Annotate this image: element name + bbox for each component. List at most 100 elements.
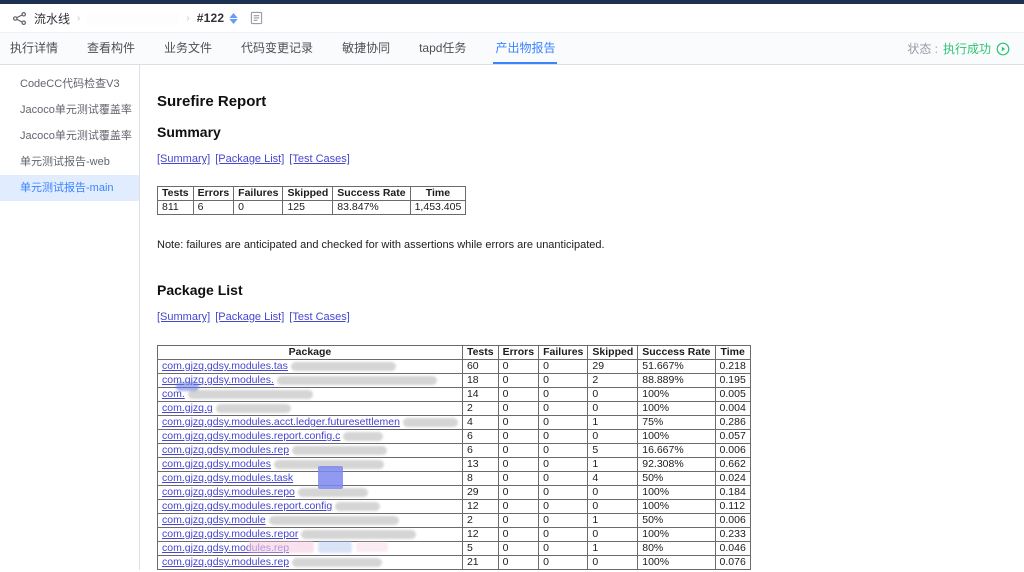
package-time-cell: 0.076 — [714, 555, 751, 570]
package-tests-cell: 18 — [461, 373, 499, 388]
package-failures-cell: 0 — [538, 541, 589, 556]
package-name-cell: com.gjzq.gdsy.modules — [157, 457, 463, 472]
package-failures-cell: 0 — [538, 457, 589, 472]
tab-4[interactable]: 敏捷协同 — [340, 33, 392, 64]
package-link[interactable]: com.gjzq.gdsy.modules.report.config.c — [162, 431, 340, 443]
package-time-cell: 0.218 — [714, 359, 751, 374]
sidebar-item-1[interactable]: Jacoco单元测试覆盖率 — [0, 97, 139, 123]
redacted-text — [292, 445, 388, 455]
package-skipped-cell: 5 — [587, 443, 639, 458]
package-rate-cell: 16.667% — [637, 443, 716, 458]
pipeline-name-redacted — [87, 11, 180, 25]
package-row-1: com.gjzq.gdsy.modules. 18 0 0 2 88.889% 0.195 — [157, 373, 751, 388]
report-nav-link-2[interactable]: [Test Cases] — [289, 153, 350, 165]
report-nav-link-0[interactable]: [Summary] — [157, 153, 210, 165]
package-row-13: com.gjzq.gdsy.modules.rep 5 0 0 1 80% 0.046 — [157, 541, 751, 556]
package-link[interactable]: com.gjzq.gdsy.modules.repo — [162, 487, 295, 499]
package-name-cell: com.gjzq.gdsy.modules.rep — [157, 443, 463, 458]
package-link[interactable]: com.gjzq.g — [162, 403, 213, 415]
build-log-icon[interactable] — [250, 11, 263, 25]
package-errors-cell: 0 — [497, 443, 540, 458]
package-link[interactable]: com.gjzq.gdsy.modules.rep — [162, 445, 289, 457]
package-row-10: com.gjzq.gdsy.modules.report.config 12 0 0 0… — [157, 499, 751, 514]
report-nav-link-1[interactable]: [Package List] — [215, 153, 284, 165]
tab-3[interactable]: 代码变更记录 — [239, 33, 315, 64]
package-link[interactable]: com.gjzq.gdsy.modules. — [162, 375, 274, 387]
package-skipped-cell: 0 — [587, 387, 639, 402]
redacted-text — [301, 529, 417, 539]
package-rate-cell: 50% — [637, 513, 716, 528]
package-link[interactable]: com.gjzq.gdsy.modules.report.config — [162, 501, 332, 513]
package-link[interactable]: com.gjzq.gdsy.module — [162, 515, 266, 527]
package-link[interactable]: com.gjzq.gdsy.modules.tas — [162, 361, 288, 373]
report-nav-link-0[interactable]: [Summary] — [157, 311, 210, 323]
tab-5[interactable]: tapd任务 — [417, 33, 468, 64]
package-time-cell: 0.046 — [714, 541, 751, 556]
package-time-cell: 0.006 — [714, 443, 751, 458]
package-col-header: Failures — [538, 345, 589, 360]
breadcrumb-pipeline[interactable]: 流水线 — [34, 10, 70, 27]
tab-2[interactable]: 业务文件 — [162, 33, 214, 64]
package-errors-cell: 0 — [497, 555, 540, 570]
report-nav-link-1[interactable]: [Package List] — [215, 311, 284, 323]
sidebar-item-3[interactable]: 单元测试报告-web — [0, 149, 139, 175]
package-skipped-cell: 1 — [587, 415, 639, 430]
summary-cell: 83.847% — [332, 200, 411, 215]
package-errors-cell: 0 — [497, 387, 540, 402]
package-link[interactable]: com.gjzq.gdsy.modules.repor — [162, 529, 298, 541]
sidebar-item-2[interactable]: Jacoco单元测试覆盖率 — [0, 123, 139, 149]
package-link[interactable]: com.gjzq.gdsy.modules.task — [162, 473, 293, 485]
package-errors-cell: 0 — [497, 471, 540, 486]
package-failures-cell: 0 — [538, 471, 589, 486]
package-link[interactable]: com.gjzq.gdsy.modules.rep — [162, 557, 289, 569]
package-time-cell: 0.233 — [714, 527, 751, 542]
package-rate-cell: 50% — [637, 471, 716, 486]
tab-1[interactable]: 查看构件 — [85, 33, 137, 64]
package-failures-cell: 0 — [538, 429, 589, 444]
package-link[interactable]: com.gjzq.gdsy.modules.rep — [162, 543, 289, 555]
package-link[interactable]: com.gjzq.gdsy.modules — [162, 459, 271, 471]
package-row-4: com.gjzq.gdsy.modules.acct.ledger.future… — [157, 415, 751, 430]
package-tests-cell: 29 — [461, 485, 499, 500]
package-name-cell: com.gjzq.gdsy.modules. — [157, 373, 463, 388]
package-errors-cell: 0 — [497, 541, 540, 556]
tab-6[interactable]: 产出物报告 — [493, 33, 558, 64]
status-play-icon[interactable] — [996, 42, 1010, 56]
package-skipped-cell: 0 — [587, 401, 639, 416]
package-failures-cell: 0 — [538, 485, 589, 500]
package-row-0: com.gjzq.gdsy.modules.tas 60 0 0 29 51.667% 0.… — [157, 359, 751, 374]
breadcrumb-header: 流水线 › › #122 — [0, 4, 1024, 33]
caret-up-icon — [229, 12, 238, 18]
sidebar-item-4[interactable]: 单元测试报告-main — [0, 175, 139, 201]
package-tests-cell: 4 — [461, 415, 499, 430]
tab-bar-tabs: 执行详情 查看构件 业务文件 代码变更记录 敏捷协同 tapd任务 产出物报告 — [8, 33, 582, 64]
package-tests-cell: 2 — [461, 401, 499, 416]
summary-table: Tests Errors Failures Skipped Success Rate Ti… — [157, 186, 467, 215]
package-errors-cell: 0 — [497, 527, 540, 542]
package-errors-cell: 0 — [497, 401, 540, 416]
summary-col-header: Errors — [192, 186, 235, 201]
summary-col-header: Success Rate — [332, 186, 411, 201]
tab-0[interactable]: 执行详情 — [8, 33, 60, 64]
report-main: Surefire Report Summary [Summary] [Packag… — [140, 65, 1024, 570]
redacted-text — [187, 389, 313, 399]
package-link[interactable]: com.gjzq.gdsy.modules.acct.ledger.future… — [162, 417, 400, 429]
summary-col-header: Time — [409, 186, 467, 201]
report-nav-link-2[interactable]: [Test Cases] — [289, 311, 350, 323]
package-link[interactable]: com. — [162, 389, 185, 401]
package-time-cell: 0.005 — [714, 387, 751, 402]
build-number[interactable]: #122 — [197, 11, 225, 25]
package-skipped-cell: 0 — [587, 429, 639, 444]
tab-bar: 执行详情 查看构件 业务文件 代码变更记录 敏捷协同 tapd任务 产出物报告 状态 : 执… — [0, 33, 1024, 65]
package-table-header-row: Package Tests Errors Failures Skipped Success… — [157, 345, 751, 360]
package-skipped-cell: 4 — [587, 471, 639, 486]
package-name-cell: com.gjzq.gdsy.modules.report.config — [157, 499, 463, 514]
redacted-text — [276, 375, 437, 385]
package-tests-cell: 8 — [461, 471, 499, 486]
sidebar-item-0[interactable]: CodeCC代码检查V3 — [0, 71, 139, 97]
summary-cell: 1,453.405 — [409, 200, 467, 215]
report-note: Note: failures are anticipated and check… — [157, 239, 605, 251]
build-selector-stepper[interactable] — [229, 12, 238, 24]
package-col-header: Errors — [497, 345, 540, 360]
package-rate-cell: 100% — [637, 527, 716, 542]
